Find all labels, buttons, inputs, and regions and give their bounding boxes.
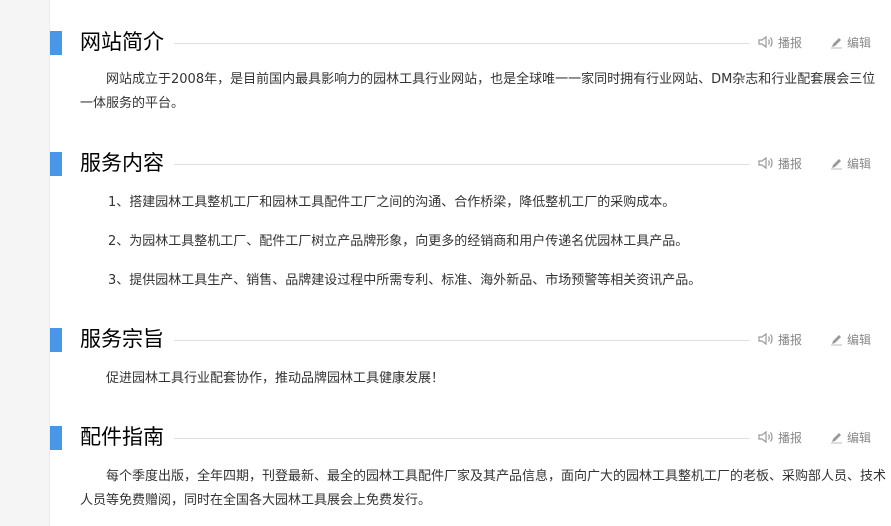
- section-divider: [174, 340, 750, 341]
- section-header: 服务宗旨 播报 编辑: [50, 322, 891, 358]
- section-accent-bar: [50, 426, 62, 450]
- pencil-icon: [831, 37, 842, 48]
- article-content: 网站简介 播报 编辑 网站成立于2008年，是目前国内最具影响力的园林工具行业网…: [50, 0, 891, 526]
- section-header: 配件指南 播报 编辑: [50, 420, 891, 456]
- speaker-icon: [758, 332, 773, 346]
- section-accent-bar: [50, 152, 62, 176]
- pencil-icon: [831, 158, 842, 169]
- speaker-icon: [758, 430, 773, 444]
- edit-button[interactable]: 编辑: [830, 32, 871, 52]
- speaker-icon: [758, 35, 773, 49]
- speak-button[interactable]: 播报: [758, 32, 802, 52]
- section-intro: 网站简介 播报 编辑 网站成立于2008年，是目前国内最具影响力的园林工具行业网…: [50, 25, 891, 111]
- section-mission: 服务宗旨 播报 编辑 促进园林工具行业配套协作，推动品牌园林工具健康发展！: [50, 322, 891, 386]
- pencil-icon: [831, 334, 842, 345]
- section-accent-bar: [50, 328, 62, 352]
- edit-button[interactable]: 编辑: [830, 329, 871, 349]
- section-services: 服务内容 播报 编辑 1、搭建园林工具整机工厂和园林工具配件工厂之间的沟通、合作…: [50, 146, 891, 288]
- section-paragraph: 网站成立于2008年，是目前国内最具影响力的园林工具行业网站，也是全球唯一一家同…: [80, 72, 876, 111]
- section-divider: [174, 438, 750, 439]
- edit-label: 编辑: [847, 156, 872, 171]
- speak-button[interactable]: 播报: [758, 427, 802, 447]
- edit-label: 编辑: [847, 35, 872, 50]
- edit-label: 编辑: [847, 430, 872, 445]
- speak-button[interactable]: 播报: [758, 153, 802, 173]
- section-title: 服务宗旨: [80, 327, 164, 351]
- list-item: 1、搭建园林工具整机工厂和园林工具配件工厂之间的沟通、合作桥梁，降低整机工厂的采…: [108, 195, 676, 210]
- pencil-icon: [831, 432, 842, 443]
- edit-label: 编辑: [847, 332, 872, 347]
- speak-label: 播报: [778, 430, 803, 445]
- section-header: 服务内容 播报 编辑: [50, 146, 891, 182]
- section-divider: [174, 43, 750, 44]
- speaker-icon: [758, 156, 773, 170]
- list-item: 2、为园林工具整机工厂、配件工厂树立产品牌形象，向更多的经销商和用户传递名优园林…: [108, 234, 689, 249]
- edit-button[interactable]: 编辑: [830, 427, 871, 447]
- section-guide: 配件指南 播报 编辑 每个季度出版，全年四期，刊登最新、最全的园林工具配件厂家及…: [50, 420, 891, 508]
- speak-label: 播报: [778, 332, 803, 347]
- speak-label: 播报: [778, 35, 803, 50]
- speak-button[interactable]: 播报: [758, 329, 802, 349]
- list-item: 3、提供园林工具生产、销售、品牌建设过程中所需专利、标准、海外新品、市场预警等相…: [108, 273, 702, 288]
- left-sidebar-strip: [0, 0, 50, 526]
- section-header: 网站简介 播报 编辑: [50, 25, 891, 61]
- section-paragraph: 促进园林工具行业配套协作，推动品牌园林工具健康发展！: [106, 371, 445, 386]
- edit-button[interactable]: 编辑: [830, 153, 871, 173]
- section-paragraph: 每个季度出版，全年四期，刊登最新、最全的园林工具配件厂家及其产品信息，面向广大的…: [80, 469, 887, 508]
- section-title: 服务内容: [80, 151, 164, 175]
- section-accent-bar: [50, 31, 62, 55]
- speak-label: 播报: [778, 156, 803, 171]
- section-title: 配件指南: [80, 425, 164, 449]
- section-divider: [174, 164, 750, 165]
- section-title: 网站简介: [80, 30, 164, 54]
